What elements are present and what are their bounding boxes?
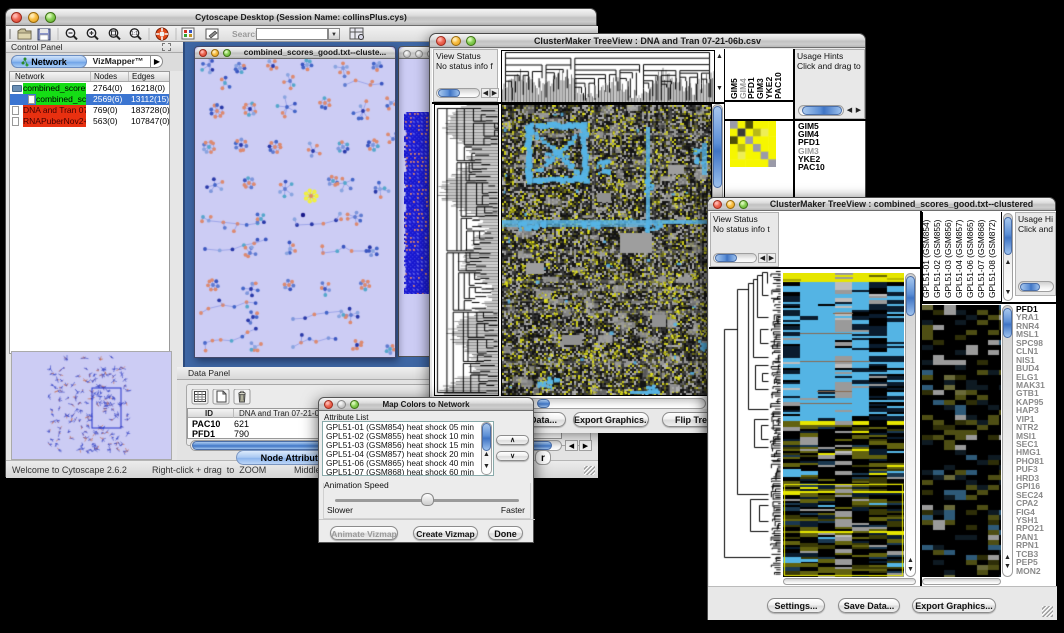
svg-text:1:1: 1:1 bbox=[131, 31, 138, 37]
